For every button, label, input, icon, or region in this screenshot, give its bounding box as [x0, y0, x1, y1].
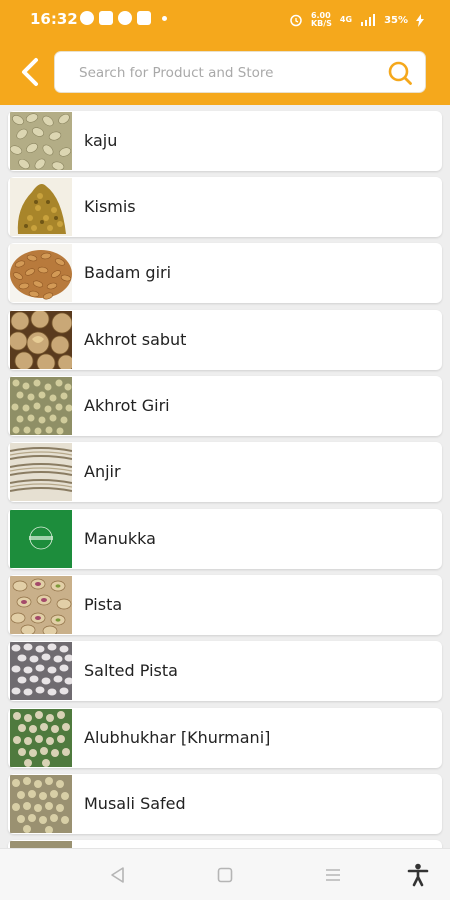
product-image	[10, 377, 72, 435]
status-bar: 16:32 6.00 KB/S 4G 35%	[0, 0, 450, 40]
list-item[interactable]: Salted Pista	[8, 641, 442, 701]
list-item[interactable]: Akhrot sabut	[8, 310, 442, 370]
system-nav-bar	[0, 848, 450, 900]
list-item[interactable]: Kismis	[8, 177, 442, 237]
list-item[interactable]: Badam giri	[8, 243, 442, 303]
product-name: Akhrot sabut	[84, 330, 187, 349]
product-name: kaju	[84, 131, 118, 150]
accessibility-button[interactable]	[406, 863, 430, 887]
list-item[interactable]: Anjir	[8, 442, 442, 502]
network-speed-unit: KB/S	[310, 19, 332, 28]
product-image	[10, 443, 72, 501]
product-list: kaju Kismis Badam giri Akhrot sabut Akhr…	[0, 108, 450, 848]
signal-icon	[361, 14, 376, 26]
status-time: 16:32	[30, 10, 78, 28]
product-name: Anjir	[84, 462, 121, 481]
list-item[interactable]: Akhrot Giri	[8, 376, 442, 436]
search-icon[interactable]	[387, 60, 413, 86]
product-name: Salted Pista	[84, 661, 178, 680]
back-button[interactable]	[12, 50, 48, 94]
more-notifications-icon	[162, 15, 167, 21]
accessibility-icon	[407, 863, 429, 887]
app-header	[0, 40, 450, 105]
list-item[interactable]: Musali Safed	[8, 774, 442, 834]
charging-icon	[416, 13, 424, 27]
menu-lines-icon	[326, 869, 340, 881]
triangle-back-icon	[111, 867, 124, 883]
list-item[interactable]: Alubhukhar [Khurmani]	[8, 708, 442, 768]
product-name: Manukka	[84, 529, 156, 548]
notification-icons	[80, 11, 167, 25]
product-name: Alubhukhar [Khurmani]	[84, 728, 271, 747]
product-image	[10, 311, 72, 369]
square-home-icon	[217, 867, 233, 883]
product-name: Pista	[84, 595, 123, 614]
product-name: Kismis	[84, 197, 136, 216]
product-image	[10, 576, 72, 634]
search-bar[interactable]	[54, 51, 426, 94]
product-image	[10, 510, 72, 568]
nav-back-button[interactable]	[106, 863, 130, 887]
product-name: Musali Safed	[84, 794, 186, 813]
product-name: Badam giri	[84, 263, 172, 282]
product-image	[10, 841, 72, 848]
chevron-left-icon	[22, 58, 38, 86]
search-input[interactable]	[77, 52, 381, 94]
product-image	[10, 642, 72, 700]
network-type: 4G	[339, 15, 353, 24]
product-image	[10, 112, 72, 170]
message-notification-icon	[99, 11, 113, 25]
product-name: Akhrot Giri	[84, 396, 170, 415]
list-item-partial[interactable]	[8, 840, 442, 848]
game-notification-icon	[118, 11, 132, 25]
battery-percent: 35%	[384, 14, 408, 26]
list-item[interactable]: Manukka	[8, 509, 442, 569]
product-image	[10, 709, 72, 767]
list-item[interactable]: kaju	[8, 111, 442, 171]
network-speed: 6.00 KB/S	[311, 12, 332, 28]
nav-recents-button[interactable]	[321, 863, 345, 887]
alarm-icon	[290, 14, 302, 27]
product-image	[10, 178, 72, 236]
status-right: 6.00 KB/S 4G 35%	[289, 12, 424, 28]
nav-home-button[interactable]	[213, 863, 237, 887]
product-image	[10, 244, 72, 302]
app-notification-icon	[80, 11, 94, 25]
settings-notification-icon	[137, 11, 151, 25]
product-image	[10, 775, 72, 833]
list-item[interactable]: Pista	[8, 575, 442, 635]
